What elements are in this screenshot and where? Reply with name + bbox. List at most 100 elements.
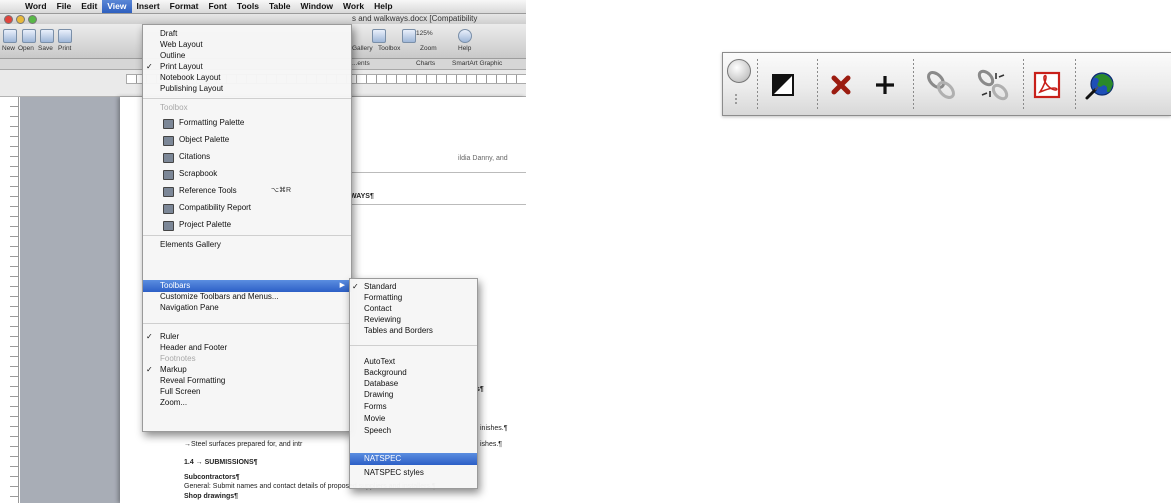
view-menu-item-citations[interactable]: Citations	[143, 151, 351, 163]
toolbar-item-speech[interactable]: Speech	[350, 425, 477, 436]
menu-word[interactable]: Word	[20, 0, 52, 13]
toolbar-item-natspec[interactable]: NATSPEC	[350, 453, 477, 465]
menu-separator	[143, 235, 351, 236]
view-menu-item-full-screen[interactable]: Full Screen	[143, 386, 351, 397]
print-icon[interactable]	[58, 29, 72, 43]
checkmark-icon: ✓	[146, 332, 153, 341]
doc-line: ishes.¶	[480, 441, 503, 448]
document-title: s and walkways.docx [Compatibility	[352, 14, 478, 23]
toolbar-item-natspec-styles[interactable]: NATSPEC styles	[350, 467, 477, 478]
menu-tools[interactable]: Tools	[232, 0, 264, 13]
unlink-button[interactable]	[973, 65, 1013, 105]
open-icon[interactable]	[22, 29, 36, 43]
toolbar-collapse-handle[interactable]	[727, 59, 751, 83]
ribbon-tab-smartart[interactable]: SmartArt Graphic	[452, 60, 502, 67]
doc-line: →Steel surfaces prepared for, and intr	[184, 441, 303, 448]
toolbar-item-drawing[interactable]: Drawing	[350, 389, 477, 400]
toolbar-item-reviewing[interactable]: Reviewing	[350, 314, 477, 325]
delete-x-icon	[831, 75, 851, 95]
toolbar-item-standard[interactable]: ✓ Standard	[350, 281, 477, 292]
toolbar-item-contact[interactable]: Contact	[350, 303, 477, 314]
view-menu-item-outline[interactable]: Outline	[143, 50, 351, 61]
view-menu-item-header-footer[interactable]: Header and Footer	[143, 342, 351, 353]
save-icon[interactable]	[40, 29, 54, 43]
ribbon-tab-charts[interactable]: Charts	[416, 60, 435, 67]
toggle-contrast-button[interactable]	[763, 65, 803, 105]
shortcut-label: ⌥⌘R	[270, 187, 291, 194]
link-icon	[927, 71, 955, 99]
add-button[interactable]	[865, 65, 905, 105]
toolbar-item-movie[interactable]: Movie	[350, 413, 477, 424]
toolbar-divider	[1075, 59, 1076, 111]
web-link-button[interactable]	[1081, 65, 1121, 105]
view-menu-item-reference-tools[interactable]: Reference Tools ⌥⌘R	[143, 185, 351, 197]
toggle-contrast-icon	[772, 74, 794, 96]
submenu-arrow-icon: ▶	[339, 282, 345, 289]
scrapbook-icon	[163, 170, 174, 180]
menu-edit[interactable]: Edit	[76, 0, 102, 13]
link-button[interactable]	[921, 65, 961, 105]
menu-separator	[143, 323, 351, 324]
menu-table[interactable]: Table	[264, 0, 296, 13]
menu-view[interactable]: View	[102, 0, 132, 13]
compatibility-report-icon	[163, 204, 174, 214]
view-menu-item-web-layout[interactable]: Web Layout	[143, 39, 351, 50]
new-document-icon[interactable]	[3, 29, 17, 43]
view-menu-item-notebook-layout[interactable]: Notebook Layout	[143, 72, 351, 83]
minimize-window-icon[interactable]	[16, 15, 25, 24]
toolbar-item-database[interactable]: Database	[350, 378, 477, 389]
menu-file[interactable]: File	[52, 0, 77, 13]
zoom-field-icon[interactable]	[402, 29, 416, 43]
doc-rule	[350, 204, 526, 205]
view-menu-toolbox-header: Toolbox	[160, 103, 188, 112]
view-menu-item-customize-toolbars[interactable]: Customize Toolbars and Menus...	[143, 291, 351, 302]
toolbox-icon[interactable]	[372, 29, 386, 43]
toolbar-item-autotext[interactable]: AutoText	[350, 356, 477, 367]
delete-button[interactable]	[821, 65, 861, 105]
menu-insert[interactable]: Insert	[132, 0, 165, 13]
doc-line: inishes.¶	[480, 425, 508, 432]
menu-work[interactable]: Work	[338, 0, 369, 13]
menu-format[interactable]: Format	[165, 0, 204, 13]
view-menu-item-compatibility-report[interactable]: Compatibility Report	[143, 202, 351, 214]
menu-help[interactable]: Help	[369, 0, 397, 13]
menu-font[interactable]: Font	[203, 0, 231, 13]
toolbar-item-background[interactable]: Background	[350, 367, 477, 378]
ribbon-tab-elements[interactable]: ...ents	[352, 60, 370, 67]
window-controls	[4, 15, 37, 24]
view-menu-item-print-layout[interactable]: ✓ Print Layout	[143, 61, 351, 72]
help-label: Help	[458, 45, 472, 52]
pdf-button[interactable]	[1027, 65, 1067, 105]
view-menu-dropdown: Draft Web Layout Outline ✓ Print Layout N…	[142, 24, 352, 432]
view-menu-item-elements-gallery[interactable]: Elements Gallery	[143, 239, 351, 250]
doc-header-text: ildia Danny, and	[458, 155, 508, 162]
zoom-window-icon[interactable]	[28, 15, 37, 24]
toolbar-drag-grip[interactable]	[735, 93, 737, 105]
gallery-label: Gallery	[352, 45, 373, 52]
toolbar-item-formatting[interactable]: Formatting	[350, 292, 477, 303]
view-menu-item-ruler[interactable]: ✓ Ruler	[143, 331, 351, 342]
toolbars-submenu: ✓ Standard Formatting Contact Reviewing T…	[349, 278, 478, 489]
natspec-toolbar	[722, 52, 1171, 116]
toolbar-item-forms[interactable]: Forms	[350, 401, 477, 412]
view-menu-item-navigation-pane[interactable]: Navigation Pane	[143, 302, 351, 313]
view-menu-item-scrapbook[interactable]: Scrapbook	[143, 168, 351, 180]
help-icon[interactable]	[458, 29, 472, 43]
view-menu-item-draft[interactable]: Draft	[143, 28, 351, 39]
toolbar-item-tables-borders[interactable]: Tables and Borders	[350, 325, 477, 336]
view-menu-item-project-palette[interactable]: Project Palette	[143, 219, 351, 231]
menu-window[interactable]: Window	[296, 0, 339, 13]
toolbox-label: Toolbox	[378, 45, 401, 52]
toolbar-divider	[913, 59, 914, 111]
view-menu-item-zoom[interactable]: Zoom...	[143, 397, 351, 408]
view-menu-item-reveal-formatting[interactable]: Reveal Formatting	[143, 375, 351, 386]
open-label: Open	[18, 45, 34, 52]
view-menu-item-publishing-layout[interactable]: Publishing Layout	[143, 83, 351, 94]
checkmark-icon: ✓	[146, 62, 153, 71]
view-menu-item-markup[interactable]: ✓ Markup	[143, 364, 351, 375]
vertical-ruler[interactable]	[10, 97, 19, 503]
view-menu-item-formatting-palette[interactable]: Formatting Palette	[143, 117, 351, 129]
close-window-icon[interactable]	[4, 15, 13, 24]
zoom-value[interactable]: 125%	[416, 30, 433, 37]
view-menu-item-object-palette[interactable]: Object Palette	[143, 134, 351, 146]
